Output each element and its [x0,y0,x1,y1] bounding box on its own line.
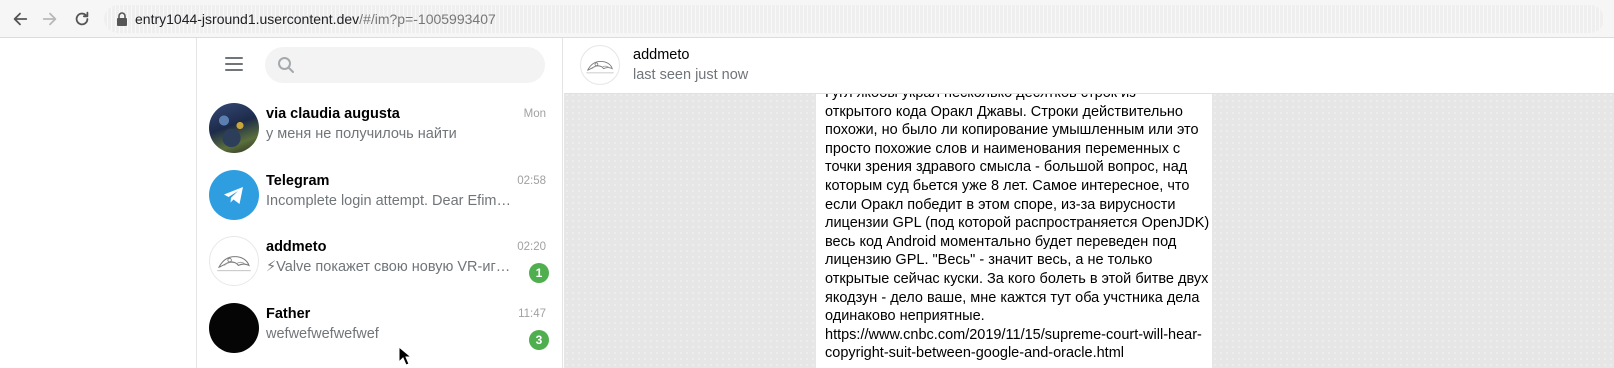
browser-toolbar: entry1044-jsround1.usercontent.dev/#/im?… [0,0,1614,38]
message-line: открытого кода Оракл Джавы. Строки дейст… [825,103,1183,120]
chat-name: Father [266,306,311,322]
message-link[interactable]: copyright-suit-between-google-and-oracle… [825,344,1203,363]
chat-preview: у меня не получилочь найти [266,126,457,142]
message-line: открытые сейчас куски. За кого болеть в … [825,270,1209,287]
message-line: если Оракл победит в этом споре, из-за в… [825,196,1176,213]
url-text: entry1044-jsround1.usercontent.dev/#/im?… [135,11,496,27]
chat-panel: Гугл якобы украл несколько десятков стро… [564,38,1614,368]
sketch-logo-icon [586,60,614,74]
message-line: одинаково неприятные. [825,308,985,325]
chat-item-telegram[interactable]: Telegram 02:58 Incomplete login attempt.… [197,165,562,231]
header-avatar[interactable] [580,45,620,85]
chat-item-father[interactable]: Father 11:47 wefwefwefwefwef 3 [197,298,562,364]
chat-name: Telegram [266,173,330,189]
chat-item-addmeto[interactable]: addmeto 02:20 ⚡Valve покажет свою новую … [197,231,562,297]
message-link[interactable]: https://www.cnbc.com/2019/11/15/supreme-… [825,326,1203,345]
message-line: лицензию GPL. "Весь" - значит весь, а не… [825,252,1153,269]
lock-icon [116,12,128,26]
avatar [209,103,259,153]
chat-preview: wefwefwefwefwef [266,326,379,342]
avatar [209,303,259,353]
unread-badge: 3 [529,330,549,350]
address-bar[interactable]: entry1044-jsround1.usercontent.dev/#/im?… [104,5,1604,33]
back-arrow-icon[interactable] [8,7,32,31]
chat-preview: Incomplete login attempt. Dear Efim, Tel… [266,193,511,209]
hamburger-menu-icon[interactable] [223,55,245,73]
chat-item-via-claudia-augusta[interactable]: via claudia augusta Mon у меня не получи… [197,98,562,164]
sketch-logo-icon [217,256,251,272]
message-line: просто похожие слов и наименования перем… [825,140,1181,157]
avatar [209,170,259,220]
chat-list-sidebar: via claudia augusta Mon у меня не получи… [196,38,563,368]
message-line: лицензии GPL (под которой распространяет… [825,215,1210,232]
chat-time: 02:58 [517,175,546,187]
mouse-cursor-icon [398,346,412,366]
search-box[interactable] [265,47,545,83]
chat-time: 02:20 [517,241,546,253]
message-line: якодзун - дело ваше, мне кажтся тут оба … [825,289,1200,306]
unread-badge: 1 [529,263,549,283]
page-left-margin [0,38,196,368]
chat-time: 11:47 [518,308,546,320]
url-path: /#/im?p=-1005993407 [359,11,496,27]
chat-header[interactable]: addmeto last seen just now [564,38,1614,94]
message-line: весь код Android моментально будет перев… [825,233,1177,250]
chat-name: addmeto [266,239,327,255]
forward-arrow-icon[interactable] [38,7,62,31]
url-host: entry1044-jsround1.usercontent.dev [135,11,360,27]
message-line: похожи, но было ли копирование умышленны… [825,122,1199,139]
chat-name: via claudia augusta [266,106,400,122]
message-line: которым суд бьется уже 8 лет. Самое инте… [825,177,1190,194]
message-text: Гугл якобы украл несколько десятков стро… [825,86,1210,363]
telegram-plane-icon [224,187,243,204]
chat-title: addmeto [633,47,690,63]
search-input[interactable] [305,47,535,83]
message-line: точки зрения здравого смысла - большой в… [825,159,1188,176]
search-icon [277,56,295,74]
avatar [209,236,259,286]
reload-icon[interactable] [70,7,94,31]
message-bubble: Гугл якобы украл несколько десятков стро… [816,86,1212,368]
chat-preview: ⚡Valve покажет свою новую VR-игру… [266,259,511,275]
chat-status: last seen just now [633,67,749,83]
chat-time: Mon [523,108,546,120]
